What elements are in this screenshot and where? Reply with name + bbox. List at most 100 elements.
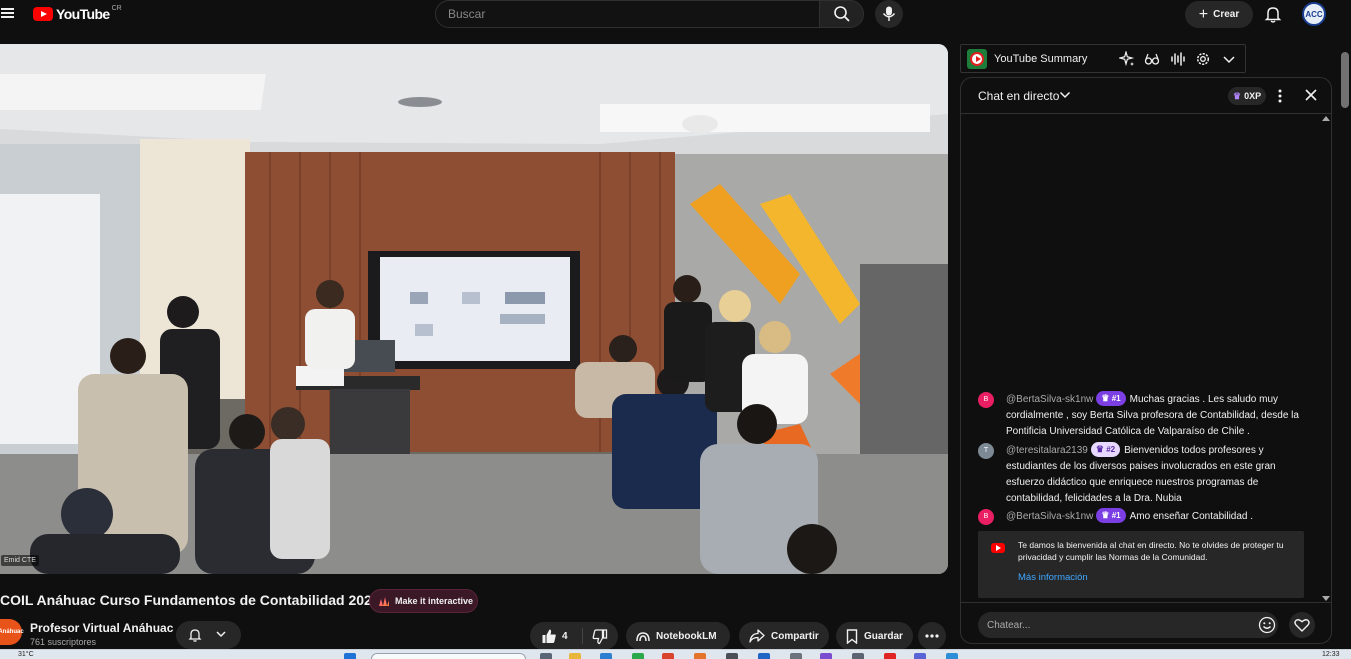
chat-welcome-banner: Te damos la bienvenida al chat en direct… — [978, 531, 1304, 598]
menu-icon[interactable] — [0, 6, 16, 22]
sparkle-icon[interactable] — [1119, 51, 1135, 67]
app-icon[interactable] — [820, 653, 832, 659]
gear-icon[interactable] — [1195, 51, 1211, 67]
sparkle-icon — [379, 597, 389, 606]
app-icon[interactable] — [600, 653, 612, 659]
save-button[interactable]: Guardar — [836, 622, 913, 650]
account-avatar[interactable]: ACC — [1302, 2, 1326, 26]
chat-header: Chat en directo ♛ 0XP — [961, 78, 1331, 114]
windows-taskbar: 31°C 12:33 — [0, 649, 1351, 659]
video-frame — [0, 44, 948, 574]
more-actions-button[interactable] — [918, 622, 946, 650]
file-explorer-icon[interactable] — [569, 653, 581, 659]
search-bar — [435, 0, 864, 28]
more-vertical-icon[interactable] — [1277, 88, 1283, 104]
app-icon[interactable] — [694, 653, 706, 659]
app-icon[interactable] — [946, 653, 958, 659]
chat-rank-badge: ♛ #1 — [1096, 391, 1126, 406]
chat-author-avatar[interactable]: B — [978, 392, 994, 408]
share-icon — [749, 629, 765, 643]
emoji-icon[interactable] — [1258, 616, 1276, 634]
more-info-link[interactable]: Más información — [1018, 572, 1088, 583]
chevron-down-icon — [216, 631, 226, 638]
make-interactive-label: Make it interactive — [395, 596, 474, 606]
teams-icon[interactable] — [914, 653, 926, 659]
chat-message: B @BertaSilva-sk1nw ♛ #1 Muchas gracias . … — [978, 391, 1300, 440]
app-icon[interactable] — [852, 653, 864, 659]
app-icon[interactable] — [662, 653, 674, 659]
xp-value: 0XP — [1244, 91, 1262, 101]
video-watermark: Emid CTE — [1, 555, 39, 566]
chevron-down-icon[interactable] — [1221, 51, 1237, 67]
plus-icon: + — [1198, 5, 1209, 23]
app-icon[interactable] — [726, 653, 738, 659]
chat-input[interactable] — [978, 612, 1278, 638]
taskbar-search[interactable] — [371, 653, 526, 659]
chat-author-name[interactable]: @BertaSilva-sk1nw — [1006, 394, 1093, 405]
share-button[interactable]: Compartir — [739, 622, 829, 650]
create-label: Crear — [1213, 9, 1240, 20]
youtube-logo[interactable]: YouTube CR — [33, 5, 122, 22]
windows-start-icon[interactable] — [344, 653, 356, 659]
chat-message: B @BertaSilva-sk1nw ♛ #1 Amo enseñar Conta… — [978, 508, 1300, 525]
make-interactive-button[interactable]: Make it interactive — [369, 589, 478, 613]
more-horizontal-icon — [925, 634, 939, 638]
chat-scroll-down-arrow[interactable] — [1322, 596, 1330, 601]
system-clock[interactable]: 12:33 — [1322, 651, 1340, 658]
like-icon[interactable] — [541, 628, 557, 644]
youtube-summary-logo-icon — [967, 49, 987, 69]
app-icon[interactable] — [758, 653, 770, 659]
dislike-icon[interactable] — [592, 629, 608, 645]
notifications-button[interactable] — [1262, 3, 1284, 25]
page-scrollbar[interactable] — [1340, 44, 1350, 644]
notebooklm-label: NotebookLM — [656, 630, 717, 642]
app-icon[interactable] — [790, 653, 802, 659]
share-label: Compartir — [771, 630, 819, 642]
logo-wordmark: YouTube — [56, 6, 110, 22]
audio-waveform-icon[interactable] — [1170, 51, 1186, 67]
chrome-icon[interactable] — [632, 653, 644, 659]
bell-icon — [188, 629, 202, 642]
chat-author-avatar[interactable]: B — [978, 509, 994, 525]
search-input[interactable] — [435, 0, 820, 28]
xp-badge[interactable]: ♛ 0XP — [1228, 87, 1267, 105]
like-divider — [582, 628, 583, 644]
video-title: COIL Anáhuac Curso Fundamentos de Contab… — [0, 592, 380, 608]
like-count: 4 — [562, 631, 568, 642]
chat-mode-selector[interactable]: Chat en directo — [978, 89, 1059, 103]
chat-scroll-up-arrow[interactable] — [1322, 116, 1330, 121]
chat-author-name[interactable]: @teresitalara2139 — [1006, 445, 1088, 456]
bookmark-icon — [846, 628, 858, 644]
subscriber-count: 761 suscriptores — [30, 637, 97, 647]
glasses-icon[interactable] — [1144, 51, 1160, 67]
close-icon[interactable] — [1304, 88, 1318, 102]
crown-icon: ♛ — [1233, 90, 1242, 101]
weather-temperature[interactable]: 31°C — [18, 651, 34, 658]
video-player[interactable]: Emid CTE — [0, 44, 948, 574]
youtube-summary-extension: YouTube Summary — [960, 44, 1246, 73]
microphone-icon — [882, 6, 896, 21]
chat-rank-badge: ♛ #2 — [1090, 442, 1121, 457]
chat-composer — [961, 602, 1331, 643]
task-view-icon[interactable] — [540, 653, 552, 659]
search-button[interactable] — [819, 0, 864, 28]
channel-name[interactable]: Profesor Virtual Anáhuac — [30, 621, 173, 635]
notebooklm-button[interactable]: NotebookLM — [626, 622, 730, 650]
app-icon[interactable] — [884, 653, 896, 659]
chat-author-avatar[interactable]: T — [978, 443, 994, 459]
subscription-button[interactable] — [176, 621, 241, 649]
bell-icon — [1264, 7, 1282, 23]
chat-message-text: Amo enseñar Contabilidad . — [1129, 511, 1254, 522]
masthead: YouTube CR + Crear ACC — [0, 0, 1351, 30]
reaction-heart-button[interactable] — [1289, 612, 1315, 638]
chevron-down-icon[interactable] — [1059, 90, 1071, 100]
create-button[interactable]: + Crear — [1185, 1, 1253, 28]
scrollbar-thumb[interactable] — [1341, 52, 1349, 108]
voice-search-button[interactable] — [875, 0, 903, 28]
welcome-text: Te damos la bienvenida al chat en direct… — [1018, 540, 1284, 562]
youtube-icon — [991, 543, 1005, 553]
live-chat-panel: Chat en directo ♛ 0XP B @BertaSilva-sk1n… — [960, 77, 1332, 644]
notebooklm-icon — [636, 632, 650, 642]
chat-author-name[interactable]: @BertaSilva-sk1nw — [1006, 511, 1093, 522]
channel-avatar[interactable]: Anáhuac — [0, 619, 24, 645]
